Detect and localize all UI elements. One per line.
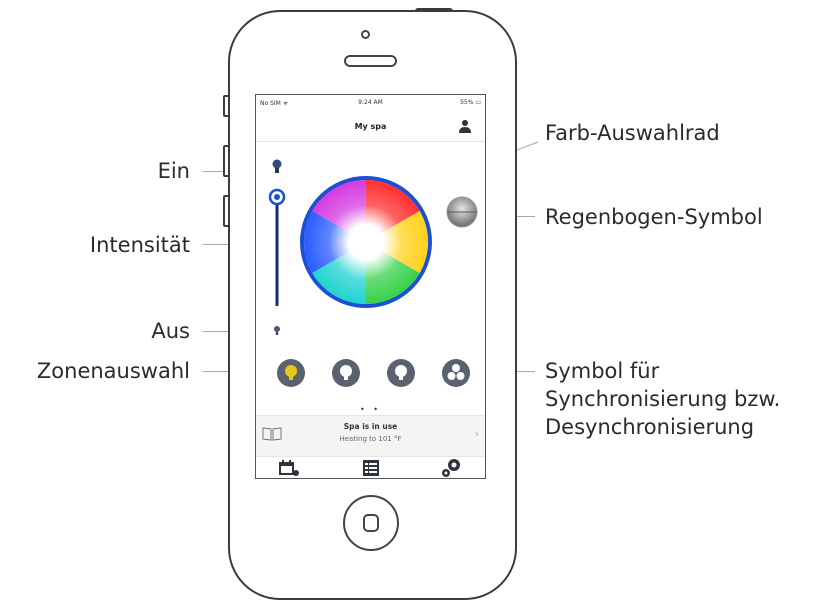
tab-bar [256,457,485,478]
status-time: 9:24 AM [358,99,383,106]
spa-status-subtitle: Heating to 101 °F [339,435,402,443]
color-wheel[interactable] [300,176,432,308]
list-icon[interactable] [362,459,380,477]
bulb-on-icon[interactable] [272,159,282,174]
header-divider [256,141,485,142]
label-farb-auswahlrad: Farb-Auswahlrad [545,121,720,145]
page-title: My spa [354,122,387,131]
label-regenbogen-symbol: Regenbogen-Symbol [545,205,763,229]
calendar-icon[interactable] [278,459,300,477]
settings-icon[interactable] [440,458,462,478]
status-battery: 55% ▭ [460,99,481,106]
label-zonenauswahl: Zonenauswahl [36,359,190,383]
zone-button-1[interactable] [277,359,305,387]
front-camera [361,30,370,39]
page-indicator: • • [360,405,381,414]
zone-button-3[interactable] [387,359,415,387]
spa-status-title: Spa is in use [343,422,398,431]
light-control-area [268,159,478,387]
label-sync-line2: Synchronisierung bzw. [545,387,781,411]
label-ein: Ein [157,159,190,183]
label-sync-line1: Symbol für [545,359,660,383]
status-bar: No SIM ᯤ 9:24 AM 55% ▭ [256,99,485,109]
intensity-slider[interactable] [268,188,286,306]
rainbow-icon[interactable] [446,196,478,228]
chevron-right-icon: › [474,427,479,440]
user-icon[interactable] [459,119,471,133]
phone-screen: No SIM ᯤ 9:24 AM 55% ▭ My spa • • Spa is… [255,94,486,479]
label-sync-line3: Desynchronisierung [545,415,755,439]
zone-button-2[interactable] [332,359,360,387]
home-button[interactable] [343,495,399,551]
spa-status-panel[interactable]: Spa is in use Heating to 101 °F › [256,415,485,457]
label-intensitaet: Intensität [89,233,190,257]
earpiece-speaker [344,55,397,67]
bulb-off-icon[interactable] [274,326,280,335]
sync-icon[interactable] [442,359,470,387]
label-aus: Aus [151,319,190,343]
home-button-square [363,514,379,532]
